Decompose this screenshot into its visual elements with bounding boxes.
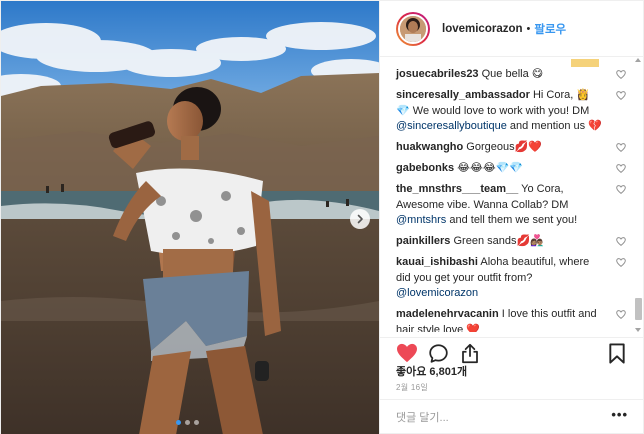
comment-item: gabebonks 😂😂😂💎💎 <box>396 161 632 177</box>
comment-username[interactable]: painkillers <box>396 235 450 247</box>
comment-partial-hidden <box>396 58 632 67</box>
comment-emoji: ❤️ <box>466 323 481 333</box>
comment-item: the_mnsthrs___team__ Yo Cora, Awesome vi… <box>396 182 632 229</box>
comment-text: and mention us <box>506 120 589 132</box>
comment-username[interactable]: josuecabriles23 <box>396 68 479 80</box>
comment-username[interactable]: huakwangho <box>396 141 463 153</box>
carousel-dot <box>185 420 190 425</box>
comment-username[interactable]: sinceresally_ambassador <box>396 89 530 101</box>
comments-list[interactable]: josuecabriles23 Que bella 😋 sinceresally_… <box>380 58 632 332</box>
comment-icon <box>429 344 448 363</box>
share-icon <box>462 343 478 364</box>
comment-text: Hi Cora, <box>532 89 577 101</box>
heart-icon <box>397 343 417 363</box>
chevron-right-icon <box>357 214 363 224</box>
header-separator: • <box>526 22 531 35</box>
comment-emoji: 💋❤️ <box>514 141 543 153</box>
comment-mention-link[interactable]: @lovemicorazon <box>396 287 478 299</box>
comment-mention-link[interactable]: @mntshrs <box>396 214 446 226</box>
scroll-thumb[interactable] <box>635 298 642 320</box>
comment-item: sinceresally_ambassador Hi Cora, 👸 💎 We … <box>396 88 632 135</box>
comment-like-heart-icon[interactable] <box>616 69 626 85</box>
comment-text: Que bella <box>481 68 532 80</box>
comment-emoji: 💋👩🏽‍❤️‍👨🏽 <box>516 235 544 247</box>
more-options-button[interactable]: ••• <box>611 408 628 421</box>
comment-emoji: 💎 <box>396 104 410 117</box>
carousel-indicator <box>176 420 199 425</box>
bookmark-icon <box>609 343 625 364</box>
comment-like-heart-icon[interactable] <box>616 163 626 179</box>
avatar-image <box>398 13 428 44</box>
comment-emoji: 👸 <box>576 89 591 101</box>
comment-item: kauai_ishibashi Aloha beautiful, where d… <box>396 255 632 302</box>
comment-text: Green sands <box>453 235 517 247</box>
comment-item: josuecabriles23 Que bella 😋 <box>396 67 632 83</box>
add-comment-bar: ••• <box>380 399 644 434</box>
comment-username[interactable]: gabebonks <box>396 162 454 174</box>
comment-item: madelenehrvacanin I love this outfit and… <box>396 307 632 332</box>
post-side-panel: lovemicorazon • 팔로우 josuecabriles23 Que … <box>379 1 644 434</box>
comment-text: We would love to work with you! DM <box>409 104 590 117</box>
comment-username[interactable]: madelenehrvacanin <box>396 308 499 320</box>
scroll-down-arrow[interactable] <box>635 328 641 332</box>
avatar[interactable] <box>396 11 430 46</box>
post-header: lovemicorazon • 팔로우 <box>380 1 644 57</box>
like-count[interactable]: 좋아요 6,801개 <box>396 363 467 379</box>
comment-text: Gorgeous <box>466 141 515 153</box>
scroll-up-arrow[interactable] <box>635 58 641 62</box>
instagram-post-modal: lovemicorazon • 팔로우 josuecabriles23 Que … <box>0 0 644 434</box>
comment-emoji: 💔 <box>588 120 602 132</box>
comments-scrollbar[interactable] <box>633 58 644 332</box>
comment-text: and tell them we sent you! <box>446 214 578 226</box>
post-username[interactable]: lovemicorazon <box>442 23 523 35</box>
follow-button[interactable]: 팔로우 <box>534 21 566 37</box>
comment-like-heart-icon[interactable] <box>616 309 626 325</box>
post-date[interactable]: 2월 16일 <box>396 382 428 393</box>
comment-like-heart-icon[interactable] <box>616 184 626 200</box>
comment-item: huakwangho Gorgeous💋❤️ <box>396 140 632 156</box>
comment-mention-link[interactable]: @sinceresallyboutique <box>396 120 507 132</box>
save-button[interactable] <box>608 343 626 367</box>
comment-username[interactable]: the_mnsthrs___team__ <box>396 183 518 195</box>
carousel-dot <box>176 420 181 425</box>
comment-like-heart-icon[interactable] <box>616 90 626 106</box>
post-photo[interactable] <box>1 1 379 434</box>
beach-photo-illustration <box>1 1 379 434</box>
comment-like-heart-icon[interactable] <box>616 257 626 273</box>
carousel-dot <box>194 420 199 425</box>
post-actions-bar <box>380 337 644 364</box>
comment-emoji: 😋 <box>531 68 544 80</box>
comment-like-heart-icon[interactable] <box>616 236 626 252</box>
comment-like-heart-icon[interactable] <box>616 142 626 158</box>
comment-username[interactable]: kauai_ishibashi <box>396 256 478 268</box>
next-photo-button[interactable] <box>350 209 370 229</box>
comment-input[interactable] <box>396 409 596 427</box>
comment-emoji: 😂😂😂💎💎 <box>457 162 524 174</box>
comment-item: painkillers Green sands💋👩🏽‍❤️‍👨🏽 <box>396 234 632 250</box>
